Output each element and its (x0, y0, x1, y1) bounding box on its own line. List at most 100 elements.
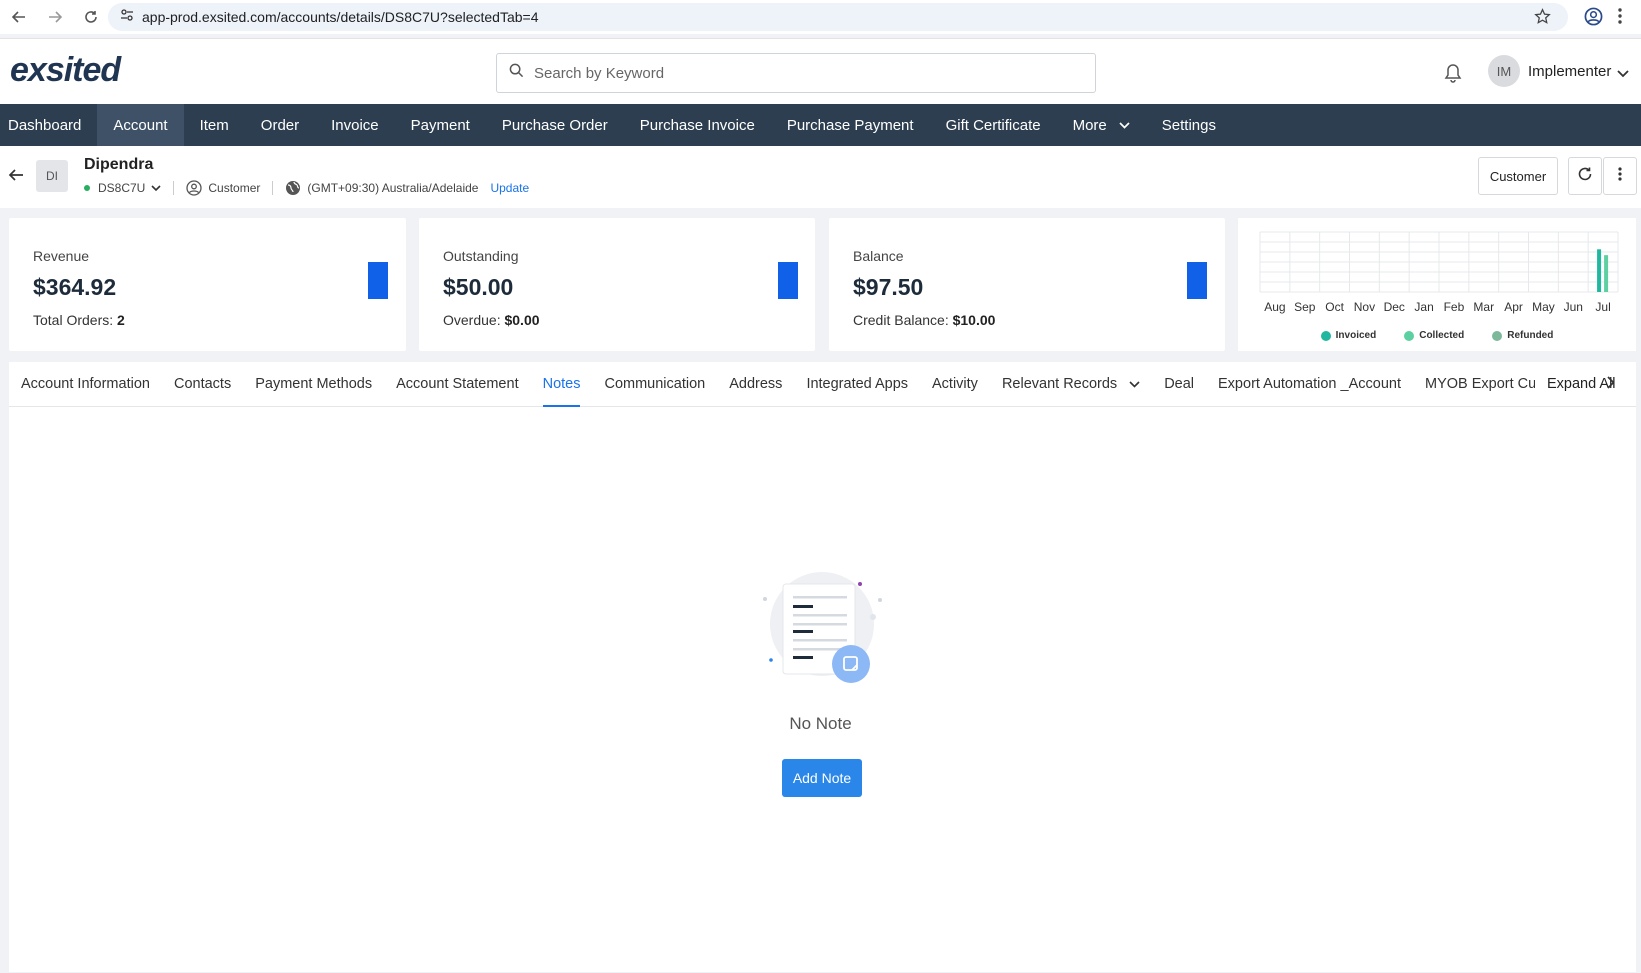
tab-notes[interactable]: Notes (542, 362, 580, 407)
exsited-logo[interactable]: exsited (10, 51, 121, 90)
nav-more-label: More (1072, 116, 1107, 134)
nav-purchase-payment[interactable]: Purchase Payment (771, 104, 930, 146)
nav-account[interactable]: Account (97, 104, 184, 146)
empty-notes-illustration (763, 572, 882, 683)
browser-profile-icon[interactable] (1584, 7, 1603, 31)
balance-value: $97.50 (853, 274, 924, 300)
nav-purchase-order[interactable]: Purchase Order (486, 104, 624, 146)
tab-deal[interactable]: Deal (1164, 362, 1194, 407)
user-circle-icon (186, 180, 203, 196)
total-orders-value: 2 (117, 312, 125, 328)
chart-bar-collected-jul[interactable] (1604, 255, 1609, 292)
chevron-down-icon[interactable] (151, 184, 161, 192)
chevron-down-icon (1129, 380, 1140, 388)
chevron-down-icon[interactable] (1617, 65, 1629, 83)
legend-label: Invoiced (1335, 330, 1377, 341)
revenue-chart-card: Aug Sep Oct Nov Dec Jan Feb Mar Apr May Jun Jul Inv… (1238, 218, 1636, 351)
url-text: app-prod.exsited.com/accounts/details/DS… (142, 9, 539, 25)
account-type: Customer (208, 181, 261, 195)
nav-purchase-invoice[interactable]: Purchase Invoice (624, 104, 771, 146)
address-bar[interactable]: app-prod.exsited.com/accounts/details/DS… (108, 3, 1568, 31)
tab-integrated-apps[interactable]: Integrated Apps (806, 362, 908, 407)
logo-text: exsited (10, 51, 121, 89)
credit-balance-value: $10.00 (952, 312, 996, 328)
tab-communication[interactable]: Communication (604, 362, 705, 407)
chart-tick-label: Jan (1414, 300, 1433, 314)
chart-tick-label: Jun (1564, 300, 1583, 314)
main-nav: Dashboard Account Item Order Invoice Pay… (0, 104, 1641, 146)
back-arrow-icon[interactable] (11, 9, 27, 25)
customer-button[interactable]: Customer (1478, 157, 1558, 195)
tab-address[interactable]: Address (729, 362, 782, 407)
tab-myob-export[interactable]: MYOB Export Cus (1425, 362, 1535, 407)
chart-tick-label: Apr (1504, 300, 1523, 314)
revenue-value: $364.92 (33, 274, 117, 300)
forward-arrow-icon[interactable] (47, 9, 63, 25)
legend-dot (1320, 330, 1331, 341)
search-input[interactable] (534, 64, 1074, 82)
chart-tick-label: Nov (1354, 300, 1375, 314)
reload-icon[interactable] (83, 9, 99, 25)
nav-invoice[interactable]: Invoice (315, 104, 395, 146)
chevron-right-icon[interactable] (1607, 376, 1615, 394)
legend-dot (1492, 330, 1503, 341)
chart-bar-invoiced-jul[interactable] (1597, 249, 1602, 292)
outstanding-label: Outstanding (443, 248, 519, 264)
tab-activity[interactable]: Activity (932, 362, 978, 407)
status-dot (84, 185, 90, 191)
user-name[interactable]: Implementer (1528, 63, 1611, 80)
refresh-button[interactable] (1568, 157, 1602, 195)
chart-tick-label: Sep (1294, 300, 1316, 314)
account-timezone: (GMT+09:30) Australia/Adelaide (307, 181, 479, 195)
tab-account-information[interactable]: Account Information (21, 362, 150, 407)
revenue-chart: Aug Sep Oct Nov Dec Jan Feb Mar Apr May Jun Jul (1259, 231, 1619, 314)
tab-account-statement[interactable]: Account Statement (396, 362, 519, 407)
legend-invoiced[interactable]: Invoiced (1320, 330, 1377, 341)
nav-dashboard[interactable]: Dashboard (0, 104, 97, 146)
account-meta: DS8C7U Customer (GMT+09:30) Australia/Ad… (84, 180, 529, 196)
account-header: DI Dipendra DS8C7U Customer (GMT+09:30) … (0, 146, 1641, 208)
chevron-down-icon (1119, 121, 1130, 129)
credit-balance-label: Credit Balance: (853, 312, 953, 328)
credit-balance: Credit Balance: $10.00 (853, 312, 995, 328)
browser-menu-icon[interactable] (1618, 8, 1622, 29)
overdue-label: Overdue: (443, 312, 505, 328)
legend-dot (1404, 330, 1415, 341)
expand-all-button[interactable]: Expand All (1547, 376, 1616, 392)
revenue-card: Revenue $364.92 Total Orders: 2 (9, 218, 406, 351)
bookmark-star-icon[interactable] (1534, 8, 1551, 30)
nav-settings[interactable]: Settings (1146, 104, 1232, 146)
balance-label: Balance (853, 248, 904, 264)
notification-bell-icon[interactable] (1444, 63, 1462, 88)
app-header: exsited IM Implementer (0, 38, 1641, 104)
divider (272, 181, 274, 195)
update-timezone-link[interactable]: Update (490, 181, 529, 195)
back-arrow-icon[interactable] (8, 168, 24, 187)
tab-payment-methods[interactable]: Payment Methods (255, 362, 372, 407)
legend-label: Collected (1419, 330, 1465, 341)
account-id[interactable]: DS8C7U (98, 181, 145, 195)
nav-item[interactable]: Item (184, 104, 245, 146)
overdue-value: $0.00 (504, 312, 540, 328)
account-tabs: Account Information Contacts Payment Met… (9, 362, 1636, 407)
chart-tick-label: Jul (1595, 300, 1610, 314)
outstanding-bar (778, 262, 798, 299)
empty-state-title: No Note (789, 714, 852, 733)
legend-collected[interactable]: Collected (1404, 330, 1464, 341)
legend-refunded[interactable]: Refunded (1492, 330, 1553, 341)
nav-gift-certificate[interactable]: Gift Certificate (930, 104, 1057, 146)
nav-payment[interactable]: Payment (395, 104, 486, 146)
site-info-icon[interactable] (120, 8, 134, 27)
nav-more[interactable]: More (1057, 104, 1146, 146)
global-search[interactable] (496, 53, 1096, 93)
tab-contacts[interactable]: Contacts (174, 362, 231, 407)
user-avatar[interactable]: IM (1488, 55, 1520, 87)
tab-relevant-records[interactable]: Relevant Records (1002, 362, 1140, 407)
more-actions-button[interactable] (1603, 157, 1637, 195)
tab-export-automation-account[interactable]: Export Automation _Account (1218, 362, 1401, 407)
legend-label: Refunded (1507, 330, 1554, 341)
chart-tick-label: Oct (1325, 300, 1344, 314)
nav-order[interactable]: Order (245, 104, 315, 146)
chart-tick-label: Aug (1264, 300, 1285, 314)
add-note-button[interactable]: Add Note (782, 759, 862, 797)
